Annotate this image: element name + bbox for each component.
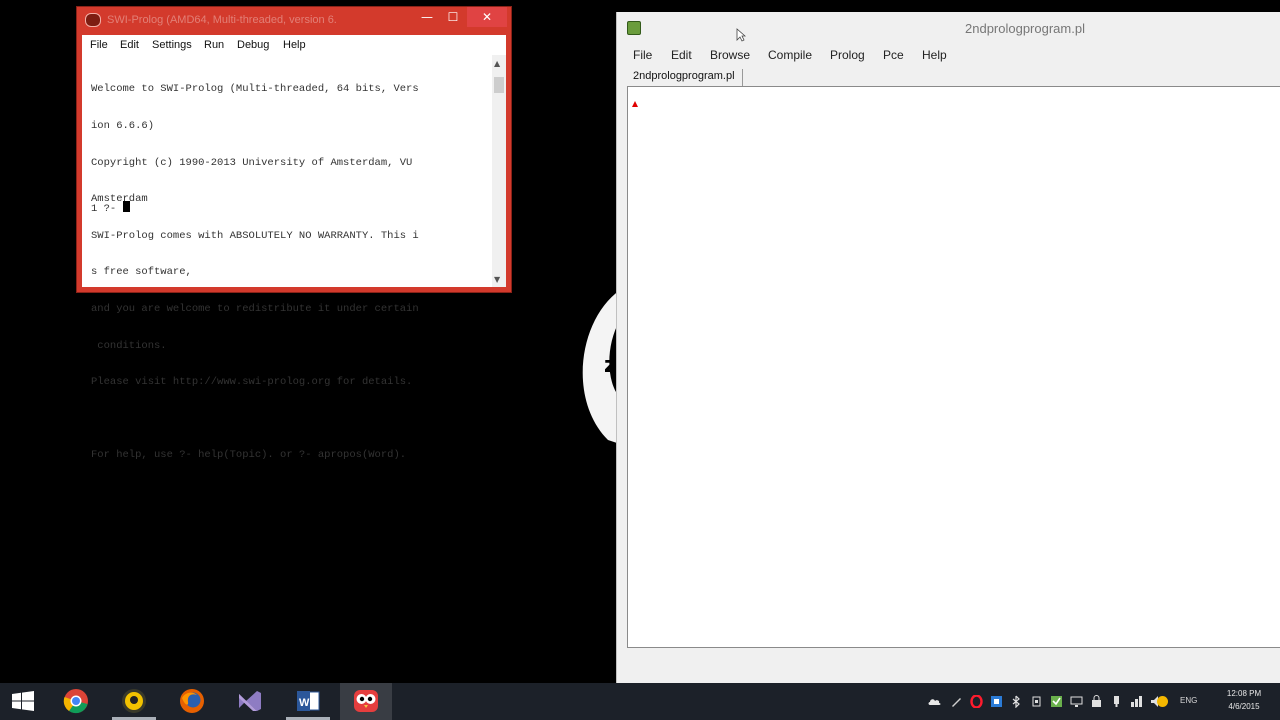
opera-icon[interactable] xyxy=(970,695,983,708)
taskbar-chrome[interactable] xyxy=(50,683,102,720)
insertion-caret-icon xyxy=(632,101,638,107)
editor-menu-edit[interactable]: Edit xyxy=(671,48,692,62)
editor-menu-prolog[interactable]: Prolog xyxy=(830,48,865,62)
bluetooth-icon[interactable] xyxy=(1010,695,1023,708)
console-line: ion 6.6.6) xyxy=(91,120,155,133)
network-icon[interactable] xyxy=(1130,695,1143,708)
console-title-bar[interactable]: SWI-Prolog (AMD64, Multi-threaded, versi… xyxy=(77,7,511,35)
console-menu-run[interactable]: Run xyxy=(204,39,224,51)
vlc-player-icon xyxy=(122,689,146,713)
console-minimize-button[interactable]: — xyxy=(415,7,439,27)
editor-window-title: 2ndprologprogram.pl xyxy=(965,21,1085,36)
prolog-editor-window: 2ndprologprogram.pl File Edit Browse Com… xyxy=(616,12,1280,684)
console-output: Welcome to SWI-Prolog (Multi-threaded, 6… xyxy=(91,59,491,486)
console-line: Please visit http://www.swi-prolog.org f… xyxy=(91,376,413,389)
editor-menu-compile[interactable]: Compile xyxy=(768,48,812,62)
console-line: For help, use ?- help(Topic). or ?- apro… xyxy=(91,449,407,462)
usb-device-icon[interactable] xyxy=(1030,695,1043,708)
console-line: conditions. xyxy=(91,339,167,352)
console-client-area[interactable]: File Edit Settings Run Debug Help Welcom… xyxy=(82,35,506,461)
mouse-pointer-icon xyxy=(736,28,746,42)
windows-logo-icon xyxy=(12,691,34,711)
editor-app-icon[interactable] xyxy=(627,21,641,35)
scrollbar-thumb[interactable] xyxy=(494,77,504,93)
system-tray: ENG 12:08 PM 4/6/2015 xyxy=(924,683,1280,720)
editor-menu-pce[interactable]: Pce xyxy=(883,48,904,62)
console-menu-file[interactable]: File xyxy=(90,39,108,51)
taskbar: W ENG 12:08 PM 4/6/2015 xyxy=(0,683,1280,720)
taskbar-swi-prolog[interactable] xyxy=(340,683,392,720)
display-icon[interactable] xyxy=(1070,695,1083,708)
swi-prolog-console-window: SWI-Prolog (AMD64, Multi-threaded, versi… xyxy=(76,6,512,461)
swi-prolog-owl-icon[interactable] xyxy=(85,13,101,27)
word-icon: W xyxy=(297,691,320,711)
editor-menu-file[interactable]: File xyxy=(633,48,652,62)
clock-date: 4/6/2015 xyxy=(1228,702,1260,711)
svg-text:z: z xyxy=(604,353,617,378)
console-menu-bar: File Edit Settings Run Debug Help xyxy=(82,37,506,53)
console-prompt: 1 ?- xyxy=(91,203,123,215)
network-box-icon[interactable] xyxy=(990,695,1003,708)
console-menu-help[interactable]: Help xyxy=(283,39,306,51)
text-cursor xyxy=(122,201,130,212)
console-window-title: SWI-Prolog (AMD64, Multi-threaded, versi… xyxy=(107,14,337,26)
power-plug-icon[interactable] xyxy=(1110,695,1123,708)
console-line: Welcome to SWI-Prolog (Multi-threaded, 6… xyxy=(91,83,419,96)
console-menu-debug[interactable]: Debug xyxy=(237,39,269,51)
onedrive-cloud-icon[interactable] xyxy=(928,695,941,708)
visual-studio-icon xyxy=(239,691,261,711)
editor-title-bar[interactable]: 2ndprologprogram.pl xyxy=(617,12,1280,46)
console-prompt-line[interactable]: 1 ?- xyxy=(91,201,130,215)
console-line: and you are welcome to redistribute it u… xyxy=(91,303,419,316)
desktop: z SWI-Prolog (AMD64, Multi-threaded, ver… xyxy=(0,0,1280,720)
swi-prolog-icon xyxy=(354,690,378,712)
scroll-up-arrow-icon[interactable]: ▲ xyxy=(494,59,500,68)
svg-text:W: W xyxy=(299,697,310,709)
scroll-down-arrow-icon[interactable]: ▼ xyxy=(494,275,500,284)
editor-menu-browse[interactable]: Browse xyxy=(710,48,750,62)
chrome-icon xyxy=(63,689,88,714)
console-line: SWI-Prolog comes with ABSOLUTELY NO WARR… xyxy=(91,229,419,242)
console-line: Amsterdam xyxy=(91,193,148,206)
console-maximize-button[interactable]: ☐ xyxy=(441,7,465,27)
editor-menu-bar: File Edit Browse Compile Prolog Pce Help xyxy=(617,48,1280,66)
editor-text-area[interactable] xyxy=(627,86,1280,648)
security-shield-icon[interactable] xyxy=(1050,695,1063,708)
taskbar-firefox[interactable] xyxy=(166,683,218,720)
start-button[interactable] xyxy=(0,683,46,720)
console-menu-edit[interactable]: Edit xyxy=(120,39,139,51)
editor-file-tab[interactable]: 2ndprologprogram.pl xyxy=(629,69,743,86)
console-line: Copyright (c) 1990-2013 University of Am… xyxy=(91,156,413,169)
console-vertical-scrollbar[interactable]: ▲ ▼ xyxy=(492,55,506,287)
pen-tool-icon[interactable] xyxy=(950,695,963,708)
taskbar-visual-studio[interactable] xyxy=(224,683,276,720)
lock-icon[interactable] xyxy=(1090,695,1103,708)
input-language-indicator[interactable]: ENG xyxy=(1180,696,1197,705)
console-menu-settings[interactable]: Settings xyxy=(152,39,192,51)
firefox-icon xyxy=(180,689,204,713)
taskbar-vlc-player[interactable] xyxy=(108,683,160,720)
notification-smiley-icon[interactable] xyxy=(1156,695,1169,708)
clock-time: 12:08 PM xyxy=(1226,689,1262,698)
clock[interactable]: 12:08 PM 4/6/2015 xyxy=(1214,687,1274,713)
console-line: s free software, xyxy=(91,266,192,279)
taskbar-word[interactable]: W xyxy=(282,683,334,720)
console-close-button[interactable]: ✕ xyxy=(467,7,507,27)
editor-menu-help[interactable]: Help xyxy=(922,48,947,62)
